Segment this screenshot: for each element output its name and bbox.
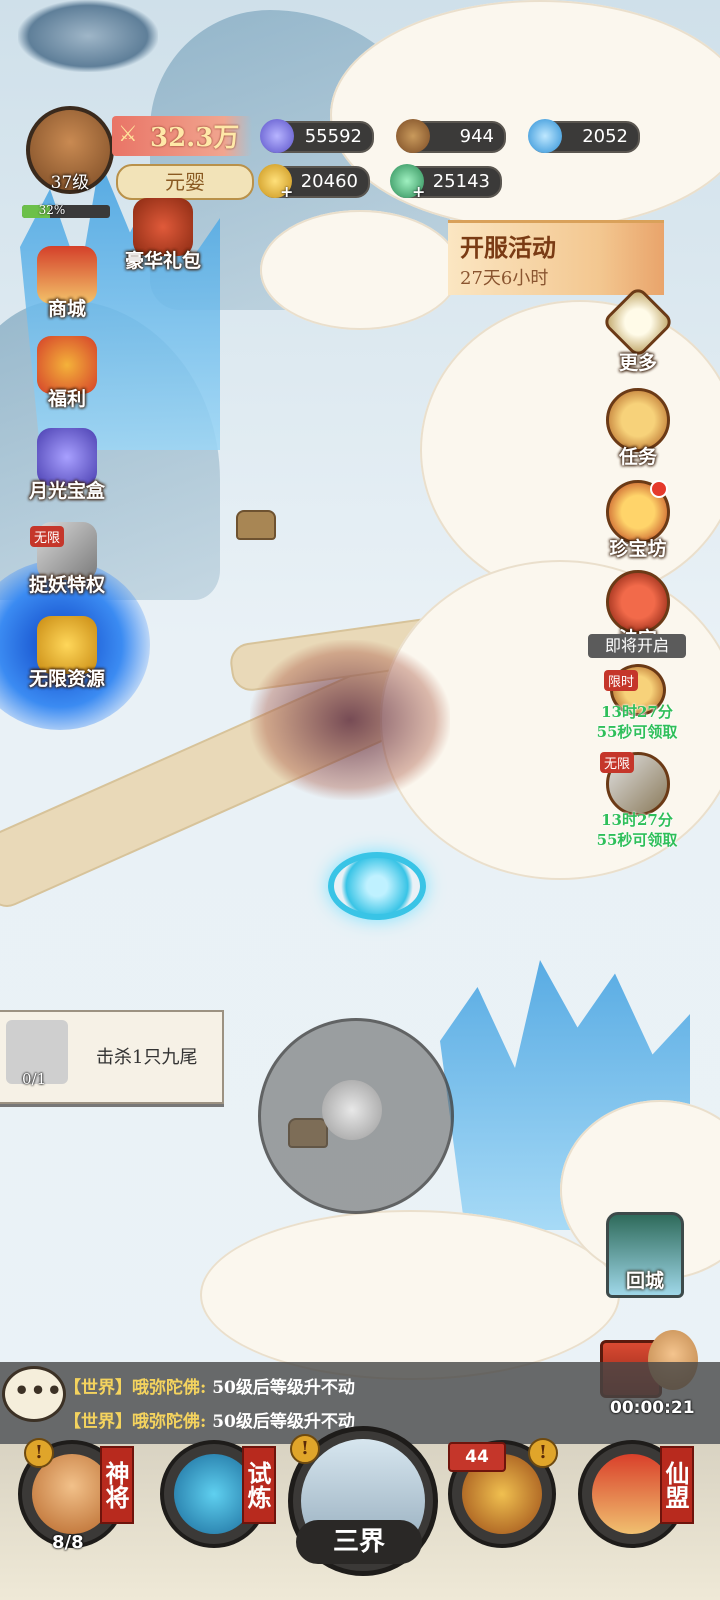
realm-badge[interactable]: 元婴 xyxy=(116,164,254,200)
more-button[interactable]: 更多 xyxy=(590,285,686,375)
resource-crystal[interactable]: 2052 xyxy=(528,119,640,153)
quest-text: 击杀1只九尾 xyxy=(96,1047,198,1068)
unlimited-tag: 无限 xyxy=(30,526,65,547)
crossed-swords-icon: ⚔ xyxy=(118,122,138,147)
event-title: 开服活动 xyxy=(460,233,556,262)
resource-gold[interactable]: + 20460 xyxy=(258,164,370,201)
player-level: 37级 xyxy=(50,173,90,193)
joystick-knob[interactable] xyxy=(322,1080,382,1140)
spirit-orb-icon xyxy=(260,119,294,153)
alert-icon: ! xyxy=(528,1438,558,1468)
chat-line: 【世界】哦弥陀佛: 50级后等级升不动 xyxy=(64,1412,355,1432)
treasure-shop-button[interactable]: 珍宝坊 xyxy=(590,480,686,561)
gift-pack-button[interactable]: 豪华礼包 xyxy=(118,198,208,273)
exp-percent: 32% xyxy=(38,203,66,217)
return-city-button[interactable]: 回城 xyxy=(604,1212,686,1298)
add-gold-icon[interactable]: + xyxy=(280,182,293,201)
unlimited-timer: 13时27分 55秒可领取 xyxy=(596,811,678,849)
combat-power: 32.3万 xyxy=(150,123,240,153)
generals-count: 8/8 xyxy=(52,1532,84,1553)
coming-soon-label: 即将开启 xyxy=(588,634,686,658)
player-party xyxy=(250,640,450,800)
notification-dot xyxy=(650,480,668,498)
nav-trial[interactable]: 试炼 xyxy=(160,1440,276,1556)
tasks-button[interactable]: 任务 xyxy=(590,388,686,469)
shop-button[interactable]: 商城 xyxy=(22,246,112,321)
wolf-pet xyxy=(18,0,158,72)
alert-icon: ! xyxy=(290,1434,320,1464)
limited-timer: 13时27分 55秒可领取 xyxy=(596,703,678,741)
nav-alliance[interactable]: 仙盟 xyxy=(578,1440,694,1556)
chest-count-badge: 44 xyxy=(448,1442,506,1472)
wood-log-icon xyxy=(396,119,430,153)
alert-icon: ! xyxy=(24,1438,54,1468)
unlimited-tag: 无限 xyxy=(600,752,635,773)
resource-jade[interactable]: + 25143 xyxy=(390,164,502,201)
moonlight-box-button[interactable]: 月光宝盒 xyxy=(22,428,112,503)
resource-spirit-orb[interactable]: 55592 xyxy=(260,119,374,153)
event-time: 27天6小时 xyxy=(460,268,549,289)
crystal-icon xyxy=(528,119,562,153)
chat-bubble-icon: ••• xyxy=(14,1376,64,1405)
welfare-button[interactable]: 福利 xyxy=(22,336,112,411)
chat-line: 【世界】哦弥陀佛: 50级后等级升不动 xyxy=(64,1378,355,1398)
add-jade-icon[interactable]: + xyxy=(412,182,425,201)
infinite-resources-button[interactable]: 无限资源 xyxy=(22,616,112,691)
three-realms-label: 三界 xyxy=(296,1520,422,1564)
resource-wood[interactable]: 944 xyxy=(396,119,506,153)
quest-progress: 0/1 xyxy=(22,1070,47,1088)
chest-timer: 00:00:21 xyxy=(610,1398,695,1418)
limited-tag: 限时 xyxy=(604,670,639,691)
demon-privilege-button[interactable]: 无限 捉妖特权 xyxy=(22,522,112,597)
